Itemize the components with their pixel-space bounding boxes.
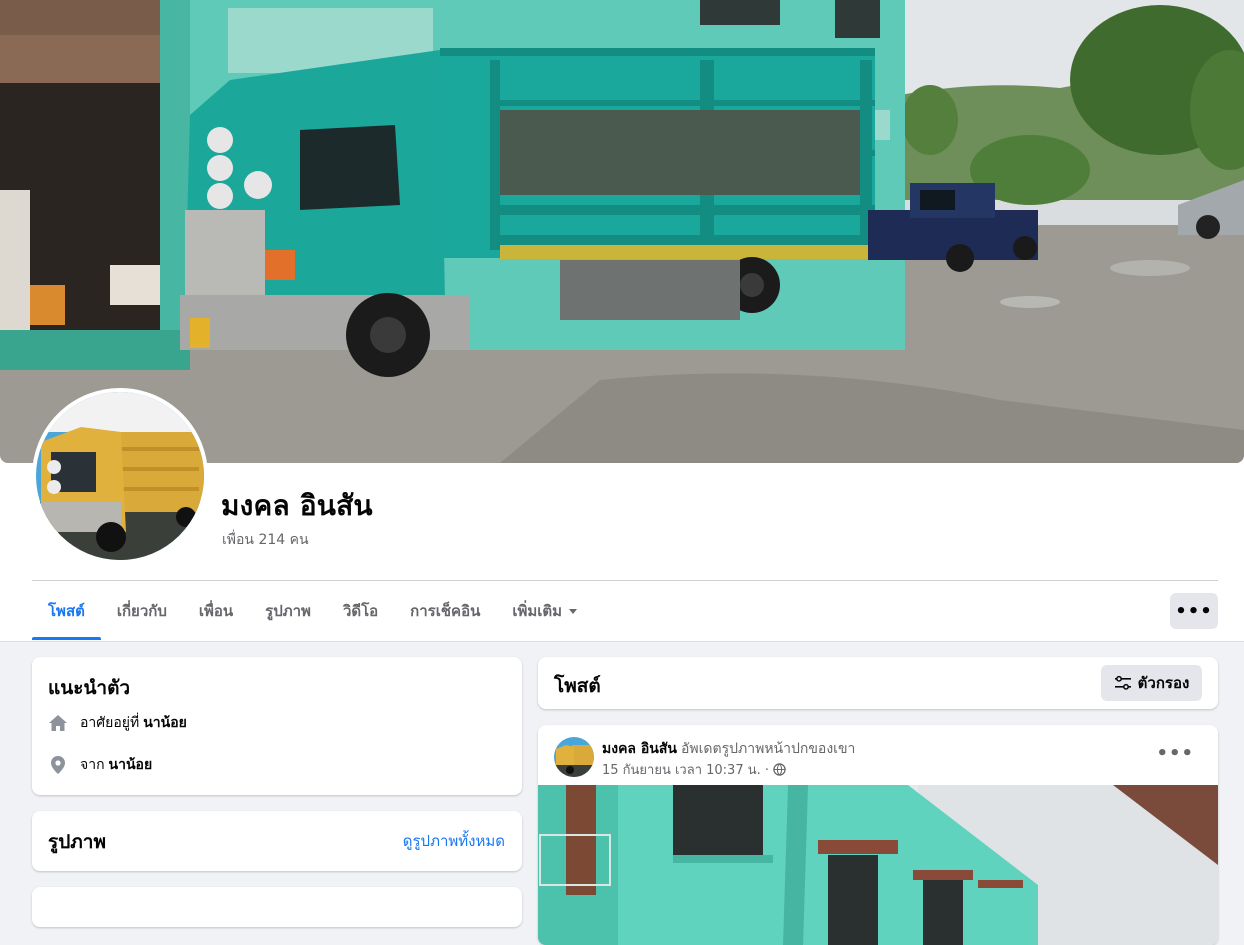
tab-label: รูปภาพ [265, 602, 311, 620]
tab-photos[interactable]: รูปภาพ [249, 582, 327, 640]
header-divider [32, 580, 1218, 581]
from-place-link[interactable]: นาน้อย [109, 754, 153, 776]
caret-down-icon [569, 608, 578, 614]
tab-posts[interactable]: โพสต์ [32, 582, 101, 640]
tab-more[interactable]: เพิ่มเติม [496, 582, 593, 640]
photos-title: รูปภาพ [48, 831, 106, 853]
profile-name: มงคล อินสัน [221, 489, 373, 522]
tab-label: เพิ่มเติม [512, 602, 563, 620]
lives-in-row: อาศัยอยู่ที่ นาน้อย [48, 712, 187, 734]
tab-videos[interactable]: วิดีโอ [327, 582, 394, 640]
see-all-photos-link[interactable]: ดูรูปภาพทั้งหมด [403, 829, 505, 853]
posts-title: โพสต์ [554, 675, 601, 697]
tab-label: การเช็คอิน [410, 602, 481, 620]
intro-title: แนะนำตัว [48, 677, 131, 699]
posts-header-card: โพสต์ ตัวกรอง [538, 657, 1218, 709]
post-header-text: มงคล อินสัน อัพเดตรูปภาพหน้าปกของเขา [602, 738, 855, 760]
post-meta: 15 กันยายน เวลา 10:37 น. · [602, 759, 786, 780]
profile-avatar[interactable] [32, 388, 208, 564]
from-prefix: จาก [80, 757, 105, 773]
from-row: จาก นาน้อย [48, 754, 152, 776]
tab-checkins[interactable]: การเช็คอิน [394, 582, 496, 640]
tab-label: เกี่ยวกับ [116, 602, 167, 620]
post-author-avatar[interactable] [554, 737, 594, 777]
cover-photo[interactable] [0, 0, 1244, 463]
post-author-name[interactable]: มงคล อินสัน [602, 741, 677, 757]
location-pin-icon [48, 755, 68, 775]
post-action-text: อัพเดตรูปภาพหน้าปกของเขา [680, 741, 856, 757]
tab-friends[interactable]: เพื่อน [183, 582, 249, 640]
profile-tabs: โพสต์ เกี่ยวกับ เพื่อน รูปภาพ วิดีโอ การ… [32, 582, 593, 640]
more-options-button[interactable]: ••• [1170, 593, 1218, 629]
intro-card: แนะนำตัว อาศัยอยู่ที่ นาน้อย จาก นาน้อย [32, 657, 522, 795]
filter-label: ตัวกรอง [1137, 674, 1190, 692]
post-menu-button[interactable]: ••• [1156, 743, 1194, 764]
home-icon [48, 713, 68, 733]
tab-about[interactable]: เกี่ยวกับ [101, 582, 183, 640]
friends-count[interactable]: เพื่อน 214 คน [222, 529, 309, 551]
post-timestamp[interactable]: 15 กันยายน เวลา 10:37 น. · [602, 759, 769, 780]
filter-sliders-icon [1114, 675, 1132, 691]
lives-in-prefix: อาศัยอยู่ที่ [80, 715, 140, 731]
post-card: มงคล อินสัน อัพเดตรูปภาพหน้าปกของเขา 15 ก… [538, 725, 1218, 945]
tab-label: เพื่อน [198, 602, 234, 620]
post-image[interactable] [538, 785, 1218, 945]
friends-card-partial [32, 887, 522, 927]
globe-icon [773, 763, 786, 776]
tab-label: วิดีโอ [342, 602, 379, 620]
lives-in-place-link[interactable]: นาน้อย [143, 712, 187, 734]
photos-card: รูปภาพ ดูรูปภาพทั้งหมด [32, 811, 522, 871]
filter-button[interactable]: ตัวกรอง [1101, 665, 1202, 701]
tab-label: โพสต์ [48, 602, 85, 620]
